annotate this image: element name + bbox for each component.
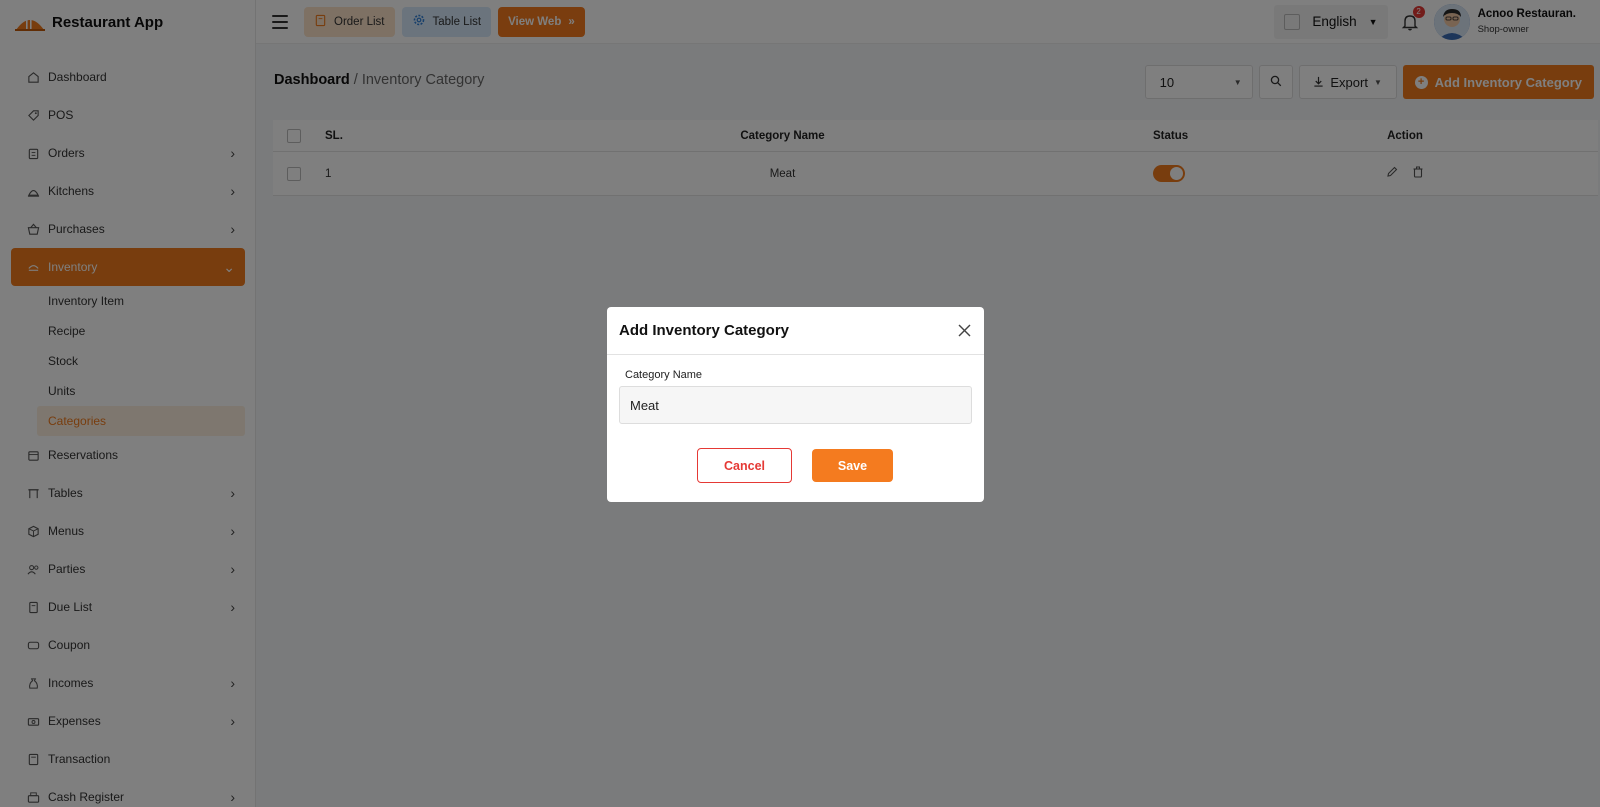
close-icon[interactable] xyxy=(956,323,972,339)
cancel-button[interactable]: Cancel xyxy=(697,448,792,483)
category-name-input[interactable] xyxy=(619,386,972,424)
modal-header: Add Inventory Category xyxy=(607,307,984,355)
category-name-label: Category Name xyxy=(625,369,703,381)
add-inventory-category-modal: Add Inventory Category Category Name Can… xyxy=(607,307,984,502)
modal-title: Add Inventory Category xyxy=(619,322,790,339)
save-button[interactable]: Save xyxy=(812,449,893,482)
